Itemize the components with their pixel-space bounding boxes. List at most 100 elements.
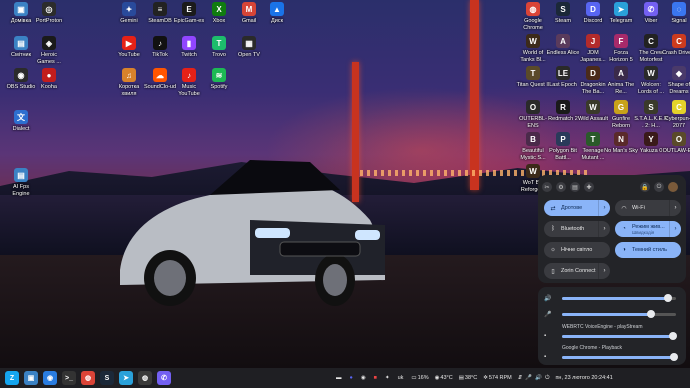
output-volume-slider[interactable]: 🔊 bbox=[544, 293, 680, 303]
icon-signal[interactable]: ◌ Signal bbox=[662, 2, 690, 25]
taskbar-files[interactable]: ▣ bbox=[24, 371, 38, 385]
icon-ai-fps[interactable]: ▤ AI Fps Engine bbox=[4, 168, 38, 197]
icon-xbox[interactable]: X Xbox bbox=[202, 2, 236, 25]
icon-endless-alice[interactable]: A Endless Alice bbox=[546, 34, 580, 57]
tray-media-icon[interactable]: ▬ bbox=[336, 375, 342, 381]
icon-portproton[interactable]: ◎ PortProton bbox=[32, 2, 66, 25]
icon-outlaw-label: OUTLAW-ED bbox=[662, 148, 690, 154]
icon-cyberpunk[interactable]: C Cyberpun-k 2077 bbox=[662, 100, 690, 129]
wired-expand-arrow[interactable]: › bbox=[598, 200, 610, 216]
icon-gunfire-reborn[interactable]: G Gunfire Reborn bbox=[604, 100, 638, 129]
stream-1-track[interactable] bbox=[562, 331, 677, 340]
tray-battery[interactable]: 16% bbox=[418, 375, 429, 381]
taskbar-zorin-menu[interactable]: Z bbox=[5, 371, 19, 385]
settings-icon[interactable]: ⚙ bbox=[556, 182, 566, 192]
icon-stalker-image: S bbox=[644, 100, 658, 114]
user-avatar[interactable] bbox=[668, 182, 678, 192]
input-volume-knob[interactable] bbox=[646, 309, 655, 318]
tray-steam-icon[interactable]: ◉ bbox=[361, 375, 366, 381]
wifi-expand-arrow[interactable]: › bbox=[669, 200, 681, 216]
bridge-tower-right bbox=[470, 0, 479, 190]
tray-gamepad-icon[interactable]: ■ bbox=[374, 375, 377, 381]
icon-twitch[interactable]: ▮ Twitch bbox=[172, 36, 206, 59]
icon-dialect[interactable]: 文 Dialect bbox=[4, 110, 38, 133]
taskbar-app-dot[interactable]: ◍ bbox=[138, 371, 152, 385]
output-volume-knob[interactable] bbox=[664, 293, 673, 302]
icon-telegram[interactable]: ➤ Telegram bbox=[604, 2, 638, 25]
icon-kooha[interactable]: ● Kooha bbox=[32, 68, 66, 91]
lock-icon[interactable]: 🔒 bbox=[640, 182, 650, 192]
tray-language[interactable]: uk bbox=[398, 375, 404, 381]
input-volume-track[interactable] bbox=[562, 309, 676, 318]
icon-obs-image: ◉ bbox=[14, 68, 28, 82]
icon-epicgames-image: E bbox=[182, 2, 196, 16]
icon-youtube[interactable]: ▶ YouTube bbox=[112, 36, 146, 59]
taskbar-chrome[interactable]: ◍ bbox=[81, 371, 95, 385]
icon-no-mans-sky[interactable]: N No Man's Sky bbox=[604, 132, 638, 155]
icon-redmatch[interactable]: R Redmatch 2 bbox=[546, 100, 580, 123]
tray-datetime[interactable]: пн, 23 лютого 20:24:41 bbox=[555, 375, 612, 381]
icon-korotka[interactable]: ♫ Коротка хвиля bbox=[112, 68, 146, 97]
power-mode-toggle[interactable]: ◔ Режим жив... Швидкодія › bbox=[615, 221, 681, 237]
tray-settings-icon[interactable]: ✦ bbox=[385, 375, 390, 381]
icon-spotify[interactable]: ≋ Spotify bbox=[202, 68, 236, 91]
icon-outlaw[interactable]: O OUTLAW-ED bbox=[662, 132, 690, 155]
icon-forza[interactable]: F Forza Horizon 5 bbox=[604, 34, 638, 63]
tray-network-icon[interactable]: ⇵ bbox=[518, 375, 523, 381]
stream-2-slider[interactable]: ▪ bbox=[544, 352, 680, 362]
icon-steam-label: Steam bbox=[555, 18, 571, 24]
icon-last-epoch[interactable]: LE Last Epoch bbox=[546, 66, 580, 89]
stream-2-knob[interactable] bbox=[669, 352, 678, 361]
icon-outerblens-image: O bbox=[526, 100, 540, 114]
power-icon[interactable]: ⏻ bbox=[654, 182, 664, 192]
tray-mic-icon[interactable]: 🎤 bbox=[525, 375, 532, 381]
icon-anima[interactable]: A Anima The Re... bbox=[604, 66, 638, 95]
screenshot-icon[interactable]: ✂ bbox=[542, 182, 552, 192]
extension-icon[interactable]: ✚ bbox=[584, 182, 594, 192]
icon-beautiful-mystic[interactable]: B Beautiful Mystic S... bbox=[516, 132, 550, 161]
taskbar-terminal[interactable]: >_ bbox=[62, 371, 76, 385]
tray-cpu-temp[interactable]: 43°C bbox=[440, 375, 452, 381]
wired-network-toggle[interactable]: ⇄ Дротове › bbox=[544, 200, 610, 216]
icon-polygon[interactable]: P Polygon Bit Battl... bbox=[546, 132, 580, 161]
zorin-connect-expand-arrow[interactable]: › bbox=[598, 263, 610, 279]
stream-2-track[interactable] bbox=[562, 352, 678, 361]
icon-trovo[interactable]: T Trovo bbox=[202, 36, 236, 59]
taskbar-viber[interactable]: ✆ bbox=[157, 371, 171, 385]
tray-ram[interactable]: 574 RPM bbox=[489, 375, 512, 381]
icon-music-youtube[interactable]: ♪ Music YouTube bbox=[172, 68, 206, 97]
taskbar-steam[interactable]: S bbox=[100, 371, 114, 385]
icon-gemini[interactable]: ✦ Gemini bbox=[112, 2, 146, 25]
icon-world-of-tanks-label: World of Tanks Bl... bbox=[520, 50, 546, 63]
tray-power-icon[interactable]: ⏻ bbox=[545, 375, 549, 382]
taskbar-telegram[interactable]: ➤ bbox=[119, 371, 133, 385]
icon-titan-quest[interactable]: T Titan Quest II bbox=[516, 66, 550, 89]
taskbar-camera[interactable]: ◉ bbox=[43, 371, 57, 385]
icon-steam[interactable]: S Steam bbox=[546, 2, 580, 25]
stream-1-slider[interactable]: ▪ bbox=[544, 331, 680, 341]
icon-crash[interactable]: C Crash Drive 3 bbox=[662, 34, 690, 57]
zorin-appearance-icon[interactable]: ▤ bbox=[570, 182, 580, 192]
icon-disk[interactable]: ▲ Диск bbox=[260, 2, 294, 25]
power-mode-expand-arrow[interactable]: › bbox=[669, 221, 681, 237]
wifi-toggle[interactable]: ◠ Wi-Fi › bbox=[615, 200, 681, 216]
tray-discord-icon[interactable]: ● bbox=[350, 375, 353, 381]
icon-opentv[interactable]: ▦ Open TV bbox=[232, 36, 266, 59]
bluetooth-expand-arrow[interactable]: › bbox=[598, 221, 610, 237]
input-volume-slider[interactable]: 🎤 bbox=[544, 309, 680, 319]
stream-1-knob[interactable] bbox=[668, 331, 677, 340]
icon-outerblens[interactable]: O OUTERBL-ENS bbox=[516, 100, 550, 129]
bluetooth-toggle[interactable]: ᛒ Bluetooth › bbox=[544, 221, 610, 237]
dark-style-toggle[interactable]: ◑ Темний стиль bbox=[615, 242, 681, 258]
output-volume-track[interactable] bbox=[562, 293, 676, 302]
tray-volume-icon[interactable]: 🔊 bbox=[535, 375, 542, 381]
icon-google-chrome[interactable]: ◍ Google Chrome bbox=[516, 2, 550, 31]
icon-shape-of-dreams[interactable]: ◆ Shape of Dreams bbox=[662, 66, 690, 95]
icon-world-of-tanks[interactable]: W World of Tanks Bl... bbox=[516, 34, 550, 63]
icon-epicgames[interactable]: E EpicGam-es bbox=[172, 2, 206, 25]
tray-gpu-temp[interactable]: 38°C bbox=[465, 375, 477, 381]
tray-fan-icon: ✲ bbox=[483, 375, 488, 381]
icon-heroic[interactable]: ◈ Heroic Games ... bbox=[32, 36, 66, 65]
zorin-connect-toggle[interactable]: ▯ Zorin Connect › bbox=[544, 263, 610, 279]
night-light-toggle[interactable]: ☼ Нічне світло bbox=[544, 242, 610, 258]
